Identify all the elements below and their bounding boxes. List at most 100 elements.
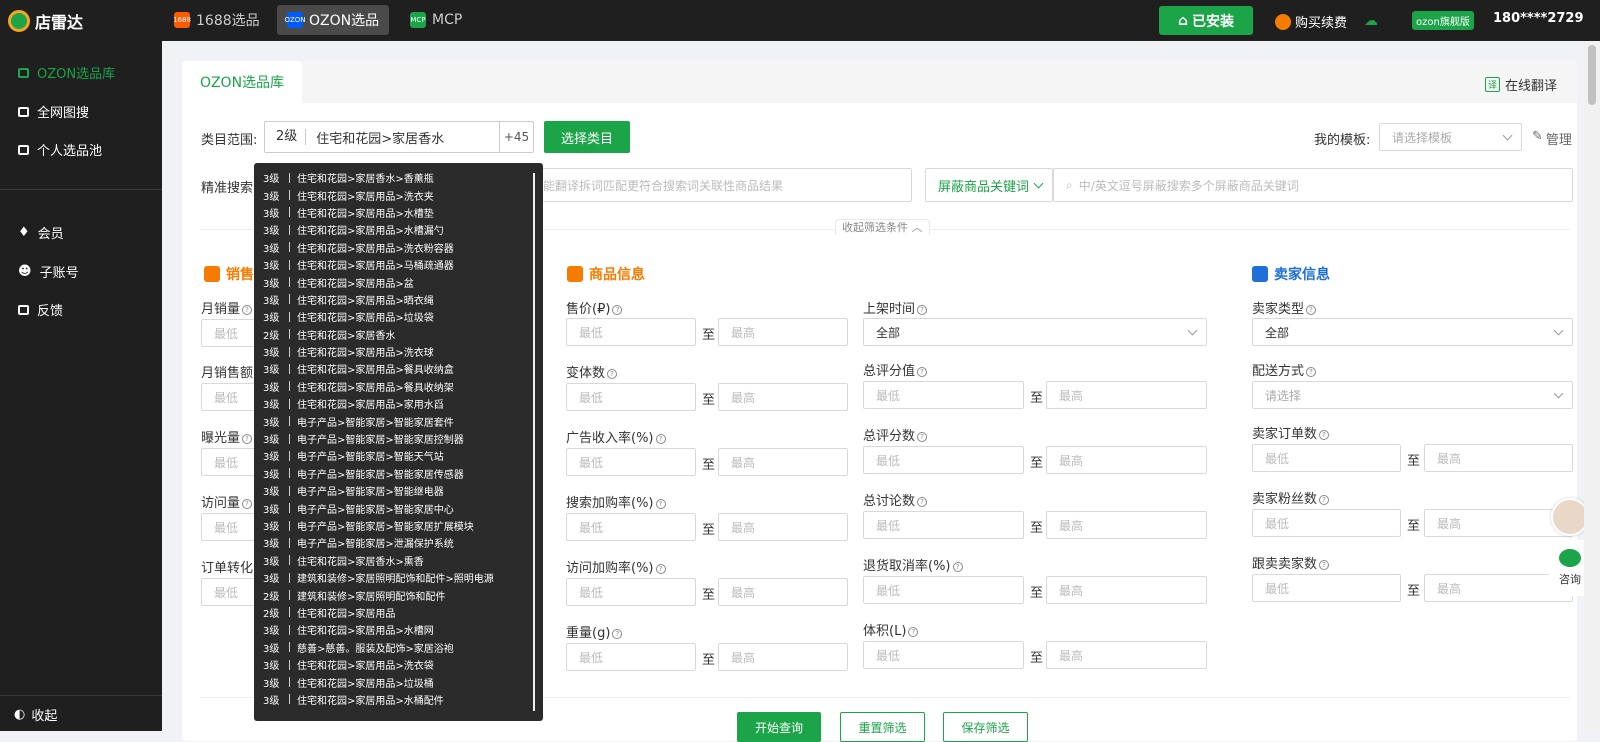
- sidebar-item-sub-account[interactable]: ☻ 子账号: [18, 262, 79, 281]
- block-keyword-select[interactable]: 屏蔽商品关键词: [925, 168, 1053, 202]
- reviews-min[interactable]: 最低: [863, 511, 1024, 539]
- variants-max[interactable]: 最高: [718, 383, 848, 411]
- dropdown-category-item[interactable]: 3级 住宅和花园>家居用品>家用水舀: [254, 395, 543, 412]
- follow-sellers-min[interactable]: 最低: [1252, 574, 1401, 602]
- dropdown-category-item[interactable]: 3级 住宅和花园>家居香水>熏香: [254, 552, 543, 569]
- tab-ozon[interactable]: OZON OZON选品: [277, 5, 390, 35]
- dropdown-category-item[interactable]: 3级 电子产品>智能家居>智能家居传感器: [254, 465, 543, 482]
- rating-min[interactable]: 最低: [863, 381, 1024, 409]
- dropdown-category-item[interactable]: 3级 住宅和花园>家居用品>垃圾桶: [254, 673, 543, 690]
- start-query-button[interactable]: 开始查询: [737, 712, 821, 742]
- ad-rate-max[interactable]: 最高: [718, 448, 848, 476]
- dropdown-category-item[interactable]: 3级 住宅和花园>家居用品>盆: [254, 273, 543, 290]
- price-min[interactable]: 最低: [566, 318, 696, 346]
- dropdown-category-item[interactable]: 3级 住宅和花园>家居用品>马桶疏通器: [254, 256, 543, 273]
- dropdown-category-item[interactable]: 2级 建筑和装修>家居照明配饰和配件: [254, 586, 543, 603]
- price-max[interactable]: 最高: [718, 318, 848, 346]
- rating-max[interactable]: 最高: [1046, 381, 1207, 409]
- sidebar-item-feedback[interactable]: 反馈: [18, 300, 63, 319]
- sidebar-item-ozon-library[interactable]: OZON选品库: [18, 63, 115, 82]
- volume-max[interactable]: 最高: [1046, 641, 1207, 669]
- dropdown-category-item[interactable]: 3级 住宅和花园>家居用品>洗衣球: [254, 343, 543, 360]
- category-selector[interactable]: 2级 住宅和花园>家居香水 +45: [264, 121, 534, 153]
- search-cart-max[interactable]: 最高: [718, 513, 848, 541]
- select-category-button[interactable]: 选择类目: [544, 121, 630, 153]
- weight-min[interactable]: 最低: [566, 643, 696, 671]
- delivery-select[interactable]: 请选择: [1252, 381, 1573, 409]
- dropdown-category-item[interactable]: 3级 住宅和花园>家居用品>水桶配件: [254, 691, 543, 708]
- dropdown-category-item[interactable]: 3级 电子产品>智能家居>智能继电器: [254, 482, 543, 499]
- visit-cart-min[interactable]: 最低: [566, 578, 696, 606]
- manage-template-button[interactable]: ✎ 管理: [1532, 129, 1572, 148]
- dropdown-category-item[interactable]: 3级 住宅和花园>家居用品>洗衣夹: [254, 186, 543, 203]
- dropdown-category-item[interactable]: 3级 电子产品>智能家居>智能家居扩展模块: [254, 517, 543, 534]
- user-phone[interactable]: 180****2729: [1493, 11, 1584, 26]
- category-more-count[interactable]: +45: [499, 122, 533, 152]
- dropdown-category-item[interactable]: 3级 电子产品>智能家居>智能家居控制器: [254, 430, 543, 447]
- app-logo[interactable]: 店雷达: [8, 9, 83, 33]
- chevron-down-icon: [1553, 325, 1564, 336]
- reviews-max[interactable]: 最高: [1046, 511, 1207, 539]
- dropdown-category-item[interactable]: 2级 住宅和花园>家居用品: [254, 604, 543, 621]
- dropdown-category-item[interactable]: 3级 住宅和花园>家居用品>水槽垫: [254, 204, 543, 221]
- weight-max[interactable]: 最高: [718, 643, 848, 671]
- visits-min[interactable]: 最低: [201, 513, 261, 541]
- tab-1688[interactable]: 1688 1688选品: [164, 5, 270, 35]
- rating-count-max[interactable]: 最高: [1046, 446, 1207, 474]
- dropdown-category-item[interactable]: 3级 电子产品>智能家居>智能家居套件: [254, 412, 543, 429]
- online-translate-button[interactable]: 译 在线翻译: [1484, 75, 1557, 94]
- dropdown-category-item[interactable]: 3级 住宅和花园>家居用品>垃圾袋: [254, 308, 543, 325]
- visit-cart-max[interactable]: 最高: [718, 578, 848, 606]
- dropdown-category-item[interactable]: 3级 住宅和花园>家居用品>餐具收纳架: [254, 378, 543, 395]
- scrollbar-thumb[interactable]: [1588, 45, 1596, 105]
- sidebar-item-image-search[interactable]: 全网图搜: [18, 102, 89, 121]
- dropdown-category-item[interactable]: 3级 电子产品>智能家居>泄漏保护系统: [254, 534, 543, 551]
- dropdown-category-item[interactable]: 2级 住宅和花园>家居香水: [254, 326, 543, 343]
- collapse-filter-button[interactable]: 收起筛选条件 ︿: [835, 219, 930, 235]
- dropdown-category-item[interactable]: 3级 住宅和花园>家居用品>水槽网: [254, 621, 543, 638]
- seller-fans-min[interactable]: 最低: [1252, 509, 1401, 537]
- tab-mcp[interactable]: MCP MCP: [400, 5, 472, 35]
- seller-type-select[interactable]: 全部: [1252, 318, 1573, 346]
- conversion-min[interactable]: 最低: [201, 578, 261, 606]
- cloud-download-icon[interactable]: ☁: [1364, 13, 1382, 29]
- block-keyword-input[interactable]: ⌕ 中/英文逗号屏蔽搜索多个屏蔽商品关键词: [1053, 168, 1573, 202]
- category-path: 住宅和花园>家居香水>香薰瓶: [297, 174, 434, 186]
- installed-button[interactable]: ⌂ 已安装: [1159, 6, 1253, 35]
- dropdown-category-item[interactable]: 3级 住宅和花园>家居用品>洗衣袋: [254, 656, 543, 673]
- page-scrollbar[interactable]: [1584, 41, 1600, 731]
- exposure-min[interactable]: 最低: [201, 448, 261, 476]
- sidebar-collapse-button[interactable]: ◐ 收起: [14, 705, 57, 724]
- dropdown-category-item[interactable]: 3级 建筑和装修>家居照明配饰和配件>照明电源: [254, 569, 543, 586]
- dropdown-scrollbar[interactable]: [533, 173, 535, 711]
- dropdown-category-item[interactable]: 3级 慈善>慈善。服装及配饰>家居浴袍: [254, 639, 543, 656]
- dropdown-category-item[interactable]: 3级 住宅和花园>家居用品>晒衣绳: [254, 291, 543, 308]
- template-select[interactable]: 请选择模板: [1379, 123, 1522, 151]
- category-path: 住宅和花园>家居用品>水槽垫: [297, 208, 434, 220]
- tab-ozon-library[interactable]: OZON选品库: [182, 61, 302, 103]
- monthly-revenue-min[interactable]: 最低: [201, 383, 261, 411]
- sidebar-item-product-pool[interactable]: 个人选品池: [18, 140, 102, 159]
- listing-time-select[interactable]: 全部: [863, 318, 1207, 346]
- renew-button[interactable]: 购买续费: [1275, 12, 1347, 31]
- dropdown-category-item[interactable]: 3级 住宅和花园>家居香水>香薰瓶: [254, 169, 543, 186]
- volume-min[interactable]: 最低: [863, 641, 1024, 669]
- seller-orders-max[interactable]: 最高: [1424, 444, 1573, 472]
- return-rate-min[interactable]: 最低: [863, 576, 1024, 604]
- ad-rate-min[interactable]: 最低: [566, 448, 696, 476]
- dropdown-category-item[interactable]: 3级 电子产品>智能家居>智能家居中心: [254, 499, 543, 516]
- dropdown-category-item[interactable]: 3级 住宅和花园>家居用品>水槽漏勺: [254, 221, 543, 238]
- search-input[interactable]: 能翻译拆词匹配更符合搜索词关联性商品结果: [530, 168, 912, 202]
- return-rate-max[interactable]: 最高: [1046, 576, 1207, 604]
- save-filter-button[interactable]: 保存筛选: [943, 712, 1028, 742]
- rating-count-min[interactable]: 最低: [863, 446, 1024, 474]
- monthly-sales-min[interactable]: 最低: [201, 319, 261, 347]
- dropdown-category-item[interactable]: 3级 电子产品>智能家居>智能天气站: [254, 447, 543, 464]
- seller-orders-min[interactable]: 最低: [1252, 444, 1401, 472]
- search-cart-min[interactable]: 最低: [566, 513, 696, 541]
- sidebar-item-member[interactable]: ♦ 会员: [18, 223, 64, 242]
- dropdown-category-item[interactable]: 3级 住宅和花园>家居用品>洗衣粉容器: [254, 239, 543, 256]
- reset-filter-button[interactable]: 重置筛选: [840, 712, 925, 742]
- dropdown-category-item[interactable]: 3级 住宅和花园>家居用品>餐具收纳盒: [254, 360, 543, 377]
- variants-min[interactable]: 最低: [566, 383, 696, 411]
